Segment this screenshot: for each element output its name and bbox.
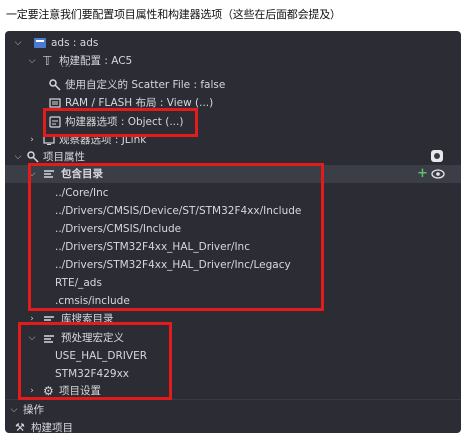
chevron-down-icon[interactable]: ⌵	[13, 149, 23, 165]
scatter-file-label: 使用自定义的 Scatter File : false	[65, 79, 226, 91]
chevron-down-icon[interactable]: ⌵	[13, 35, 23, 51]
instruction-note: 一定要注意我们要配置项目属性和构建器选项（这些在后面都会提及）	[6, 8, 341, 21]
root-label: ads : ads	[51, 37, 99, 49]
eye-icon[interactable]	[431, 169, 445, 179]
actions-label: 操作	[23, 404, 44, 416]
tree-root[interactable]: ⌵ ads : ads	[5, 35, 461, 51]
project-icon	[34, 38, 46, 48]
memory-icon	[49, 98, 61, 108]
chevron-right-icon[interactable]: ›	[27, 132, 37, 148]
highlight-defines	[18, 322, 172, 400]
scatter-file-row[interactable]: 使用自定义的 Scatter File : false	[5, 77, 461, 93]
highlight-builder-options	[43, 108, 198, 137]
highlight-include-dirs	[28, 163, 324, 311]
clipped-row: ...	[5, 65, 461, 73]
build-project-label: 构建项目	[31, 422, 73, 433]
actions-section[interactable]: ⌵ 操作	[5, 402, 461, 418]
build-icon: ⚒	[15, 421, 25, 433]
wrench-icon	[27, 151, 39, 163]
key-icon	[49, 79, 61, 91]
settings-overlay-icon[interactable]	[429, 149, 445, 163]
add-icon[interactable]: +	[417, 165, 428, 183]
build-project-row[interactable]: ⚒ 构建项目	[5, 420, 461, 433]
chevron-down-icon[interactable]: ⌵	[9, 402, 19, 418]
